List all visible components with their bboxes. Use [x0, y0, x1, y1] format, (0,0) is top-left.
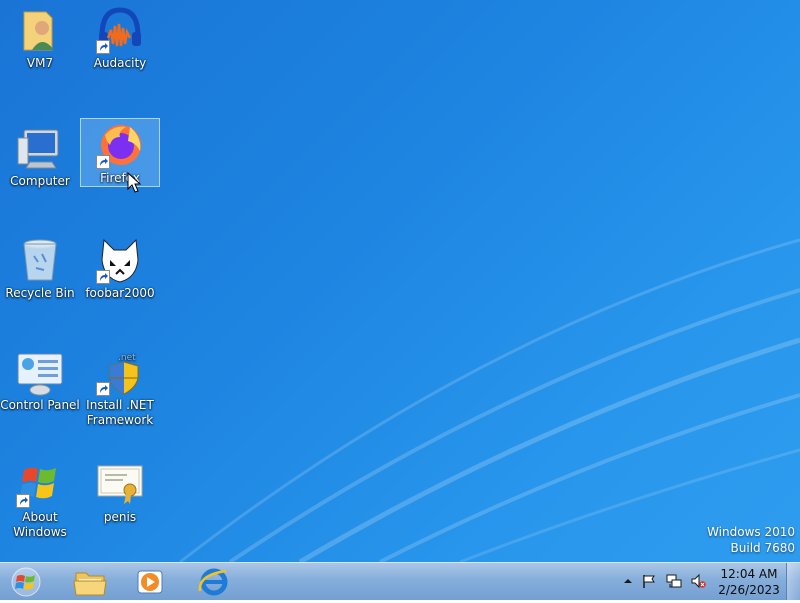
windows-orb-icon — [11, 567, 41, 597]
desktop-icon-about-windows[interactable]: About Windows — [0, 454, 80, 539]
system-clock[interactable]: 12:04 AM 2/26/2023 — [712, 566, 786, 598]
media-player-icon — [137, 570, 163, 594]
show-hidden-icon[interactable] — [620, 573, 636, 589]
shortcut-arrow-icon — [96, 270, 110, 284]
certificate-icon — [96, 460, 144, 508]
show-desktop-button[interactable] — [786, 563, 800, 600]
folder-explorer-icon — [73, 572, 107, 596]
icon-label: About Windows — [13, 510, 67, 539]
control-panel-icon — [16, 348, 64, 396]
user-folder-icon — [16, 6, 64, 54]
icon-label: penis — [103, 510, 137, 524]
icon-label: Firefox — [100, 171, 140, 185]
icon-label: Control Panel — [0, 398, 80, 412]
taskbar-pin-media-player[interactable] — [128, 565, 172, 599]
net-shield-icon: .net — [96, 348, 144, 396]
clock-time: 12:04 AM — [720, 567, 778, 581]
watermark-edition: Windows 2010 — [707, 525, 795, 539]
icon-label: Install .NET Framework — [86, 398, 154, 427]
shortcut-arrow-icon — [16, 494, 30, 508]
taskbar: 12:04 AM 2/26/2023 — [0, 562, 800, 600]
action-center-flag-icon[interactable] — [641, 573, 657, 589]
svg-text:.net: .net — [118, 353, 136, 363]
start-button[interactable] — [6, 565, 46, 599]
taskbar-pin-explorer[interactable] — [68, 565, 112, 599]
desktop-icon-install-net[interactable]: .net Install .NET Framework — [80, 342, 160, 427]
mouse-pointer-icon — [127, 172, 141, 193]
taskbar-pin-internet-explorer[interactable] — [192, 565, 236, 599]
icon-label: foobar2000 — [85, 286, 155, 300]
network-icon[interactable] — [666, 573, 682, 589]
shortcut-arrow-icon — [96, 155, 110, 169]
desktop-icon-control-panel[interactable]: Control Panel — [0, 342, 80, 412]
shortcut-arrow-icon — [96, 382, 110, 396]
shortcut-arrow-icon — [96, 40, 110, 54]
icon-label: Computer — [10, 174, 70, 188]
volume-muted-icon[interactable] — [690, 573, 706, 589]
desktop[interactable]: VM7 Audacity Computer Firefox Recycle Bi… — [0, 0, 800, 562]
windows-build-watermark: Windows 2010 Build 7680 — [707, 524, 795, 556]
desktop-icon-foobar2000[interactable]: foobar2000 — [80, 230, 160, 300]
firefox-icon — [96, 121, 144, 169]
foobar-icon — [96, 236, 144, 284]
desktop-icon-penis[interactable]: penis — [80, 454, 160, 524]
icon-label: Audacity — [93, 56, 147, 70]
icon-label: Recycle Bin — [5, 286, 75, 300]
internet-explorer-icon — [198, 568, 228, 596]
headphones-icon — [96, 6, 144, 54]
desktop-icon-firefox[interactable]: Firefox — [80, 118, 160, 187]
icon-label: VM7 — [26, 56, 54, 70]
windows-flag-icon — [16, 460, 64, 508]
desktop-icon-computer[interactable]: Computer — [0, 118, 80, 188]
desktop-icon-audacity[interactable]: Audacity — [80, 0, 160, 80]
desktop-icon-vm7[interactable]: VM7 — [0, 0, 80, 80]
watermark-build: Build 7680 — [730, 541, 795, 555]
clock-date: 2/26/2023 — [718, 583, 780, 597]
computer-icon — [16, 124, 64, 172]
recycle-bin-icon — [16, 236, 64, 284]
desktop-icon-recycle-bin[interactable]: Recycle Bin — [0, 230, 80, 300]
